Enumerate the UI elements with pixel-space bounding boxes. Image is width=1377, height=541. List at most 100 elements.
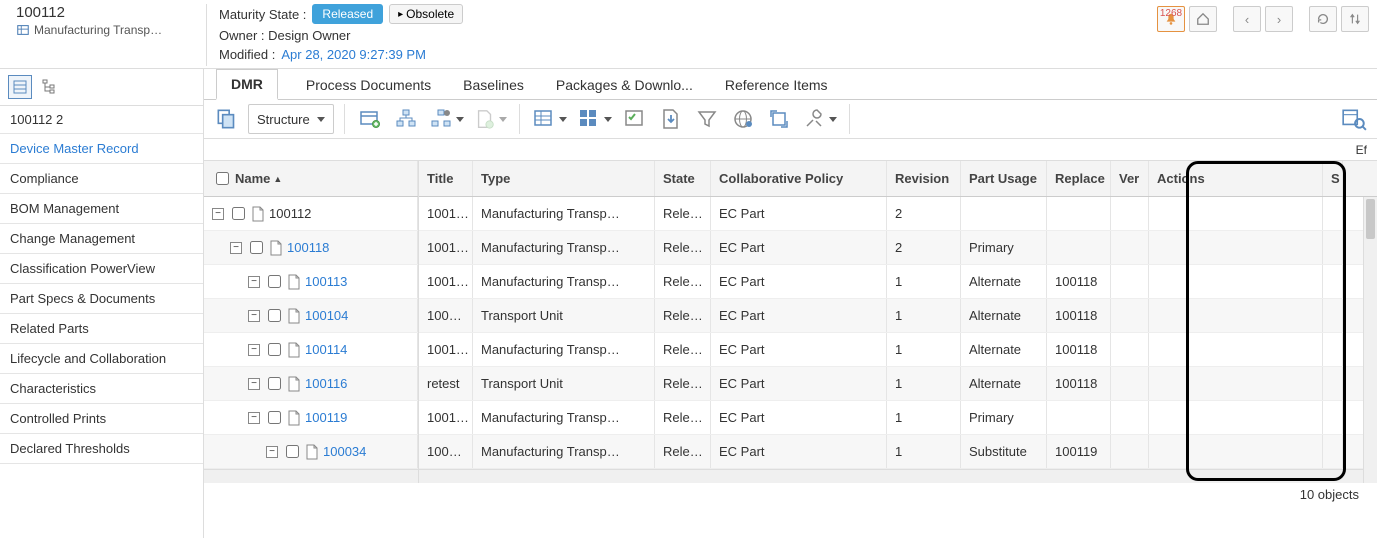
export-button[interactable] — [656, 104, 686, 134]
tree-toggle[interactable]: − — [266, 446, 278, 458]
grid-view-button[interactable] — [575, 104, 614, 134]
nav-item[interactable]: BOM Management — [0, 194, 203, 224]
col-title-header[interactable]: Title — [419, 161, 473, 196]
row-name[interactable]: 100116 — [305, 376, 347, 391]
row-checkbox[interactable] — [268, 411, 281, 424]
row-checkbox[interactable] — [268, 343, 281, 356]
col-replace-header[interactable]: Replace — [1047, 161, 1111, 196]
tree-toggle[interactable]: − — [230, 242, 242, 254]
row-checkbox[interactable] — [268, 377, 281, 390]
col-usage-header[interactable]: Part Usage — [961, 161, 1047, 196]
cell-title: 1001… — [419, 333, 473, 366]
cell-replace: 100119 — [1047, 435, 1111, 468]
tree-toggle[interactable]: − — [248, 276, 260, 288]
table-row: − 100118 — [204, 231, 418, 265]
nav-item[interactable]: Device Master Record — [0, 134, 203, 164]
refresh-button[interactable] — [1309, 6, 1337, 32]
modified-date[interactable]: Apr 28, 2020 9:27:39 PM — [281, 47, 426, 62]
row-name[interactable]: 100113 — [305, 274, 347, 289]
col-rev-header[interactable]: Revision — [887, 161, 961, 196]
col-type-header[interactable]: Type — [473, 161, 655, 196]
row-name[interactable]: 100034 — [323, 444, 366, 459]
filter-button[interactable] — [692, 104, 722, 134]
tree-toggle[interactable]: − — [248, 412, 260, 424]
cell-type: Manufacturing Transp… — [473, 333, 655, 366]
row-checkbox[interactable] — [286, 445, 299, 458]
col-ver-header[interactable]: Ver — [1111, 161, 1149, 196]
tree-toggle[interactable]: − — [212, 208, 224, 220]
tools-dropdown[interactable] — [800, 104, 839, 134]
row-checkbox[interactable] — [268, 275, 281, 288]
row-name[interactable]: 100118 — [287, 240, 329, 255]
structure-dropdown[interactable]: Structure — [248, 104, 334, 134]
tree-toggle[interactable]: − — [248, 310, 260, 322]
obsolete-button[interactable]: ▸ Obsolete — [389, 4, 463, 24]
table-row: 1001…Manufacturing Transp…Rele…EC Part1A… — [419, 333, 1377, 367]
globe-button[interactable] — [728, 104, 758, 134]
copy-button[interactable] — [212, 104, 242, 134]
row-name[interactable]: 100119 — [305, 410, 347, 425]
row-checkbox[interactable] — [268, 309, 281, 322]
tree-toggle[interactable]: − — [248, 378, 260, 390]
col-name-header[interactable]: Name — [235, 171, 270, 186]
cell-state: Rele… — [655, 401, 711, 434]
nav-back-button[interactable]: ‹ — [1233, 6, 1261, 32]
select-all-checkbox[interactable] — [216, 172, 229, 185]
cell-revision: 2 — [887, 197, 961, 230]
nav-forward-button[interactable]: › — [1265, 6, 1293, 32]
vscroll[interactable] — [1363, 197, 1377, 483]
tab[interactable]: Baselines — [459, 69, 528, 99]
cell-replace: 100118 — [1047, 299, 1111, 332]
row-name[interactable]: 100104 — [305, 308, 348, 323]
row-checkbox[interactable] — [250, 241, 263, 254]
effectivity-label[interactable]: Ef — [1356, 143, 1367, 157]
row-name: 100112 — [269, 206, 311, 221]
sort-button[interactable] — [1341, 6, 1369, 32]
nav-item[interactable]: Characteristics — [0, 374, 203, 404]
tab[interactable]: Reference Items — [721, 69, 832, 99]
nav-item[interactable]: Compliance — [0, 164, 203, 194]
cell-type: Manufacturing Transp… — [473, 231, 655, 264]
check-list-button[interactable] — [620, 104, 650, 134]
cell-actions — [1149, 299, 1323, 332]
sort-asc-icon: ▲ — [273, 174, 282, 184]
cell-usage: Alternate — [961, 265, 1047, 298]
col-s-header[interactable]: S — [1323, 161, 1343, 196]
row-checkbox[interactable] — [232, 207, 245, 220]
notifications-button[interactable]: 1268 — [1157, 6, 1185, 32]
col-policy-header[interactable]: Collaborative Policy — [711, 161, 887, 196]
tab[interactable]: Process Documents — [302, 69, 435, 99]
new-doc-button[interactable] — [472, 104, 509, 134]
view-list-button[interactable] — [8, 75, 32, 99]
left-hscroll[interactable] — [204, 469, 418, 483]
view-tree-button[interactable] — [38, 75, 62, 99]
col-state-header[interactable]: State — [655, 161, 711, 196]
structure-tree-dropdown[interactable] — [427, 104, 466, 134]
tab[interactable]: DMR — [216, 69, 278, 100]
nav-item[interactable]: Change Management — [0, 224, 203, 254]
find-button[interactable] — [1339, 104, 1369, 134]
nav-item[interactable]: Part Specs & Documents — [0, 284, 203, 314]
table-row: 100…Transport UnitRele…EC Part1Alternate… — [419, 299, 1377, 333]
right-hscroll[interactable] — [419, 469, 1377, 483]
cell-title: retest — [419, 367, 473, 400]
cell-type: Manufacturing Transp… — [473, 197, 655, 230]
structure-tree-button[interactable] — [391, 104, 421, 134]
nav-item[interactable]: Classification PowerView — [0, 254, 203, 284]
home-button[interactable] — [1189, 6, 1217, 32]
nav-item[interactable]: Controlled Prints — [0, 404, 203, 434]
table-view-button[interactable] — [530, 104, 569, 134]
tree-toggle[interactable]: − — [248, 344, 260, 356]
tab[interactable]: Packages & Downlo... — [552, 69, 697, 99]
cell-s — [1323, 333, 1343, 366]
row-name[interactable]: 100114 — [305, 342, 347, 357]
col-actions-header[interactable]: Actions — [1149, 161, 1323, 196]
table-icon — [532, 107, 556, 131]
nav-item[interactable]: Declared Thresholds — [0, 434, 203, 464]
cell-title: 100… — [419, 299, 473, 332]
nav-item[interactable]: Lifecycle and Collaboration — [0, 344, 203, 374]
expand-button[interactable] — [764, 104, 794, 134]
nav-item[interactable]: Related Parts — [0, 314, 203, 344]
new-window-button[interactable] — [355, 104, 385, 134]
cell-policy: EC Part — [711, 299, 887, 332]
